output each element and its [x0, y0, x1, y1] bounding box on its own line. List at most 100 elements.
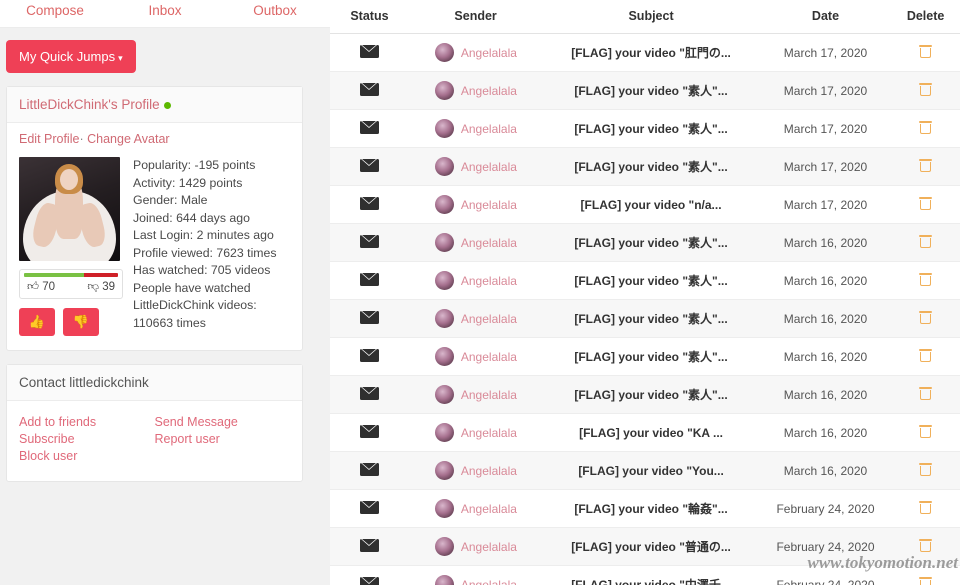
table-row[interactable]: Angelalala [FLAG] your video "KA ... March… [330, 413, 960, 452]
table-row[interactable]: Angelalala [FLAG] your video "素人"... March… [330, 337, 960, 376]
avatar[interactable] [434, 537, 454, 556]
sender-link[interactable]: Angelalala [461, 46, 517, 60]
subject-link[interactable]: [FLAG] your video "素人"... [542, 120, 759, 137]
trash-icon[interactable] [919, 272, 933, 286]
unread-envelope-icon[interactable] [359, 310, 379, 324]
avatar[interactable] [434, 119, 454, 138]
table-row[interactable]: Angelalala [FLAG] your video "素人"... March… [330, 223, 960, 262]
unread-envelope-icon[interactable] [359, 158, 379, 172]
subject-link[interactable]: [FLAG] your video "中澤千... [542, 576, 759, 585]
trash-icon[interactable] [919, 82, 933, 96]
table-row[interactable]: Angelalala [FLAG] your video "中澤千... Febru… [330, 565, 960, 585]
change-avatar-link[interactable]: Change Avatar [87, 132, 169, 146]
sender-link[interactable]: Angelalala [461, 84, 517, 98]
sender-link[interactable]: Angelalala [461, 274, 517, 288]
table-row[interactable]: Angelalala [FLAG] your video "素人"... March… [330, 147, 960, 186]
avatar[interactable] [434, 157, 454, 176]
my-quick-jumps-button[interactable]: My Quick Jumps ▾ [6, 40, 136, 73]
avatar[interactable] [434, 461, 454, 480]
avatar[interactable] [434, 499, 454, 518]
table-row[interactable]: Angelalala [FLAG] your video "肛門の... March… [330, 33, 960, 72]
avatar[interactable] [434, 423, 454, 442]
avatar[interactable] [434, 575, 454, 585]
column-header-delete[interactable]: Delete [891, 0, 960, 34]
contact-link-block-user[interactable]: Block user [19, 448, 155, 465]
like-button[interactable]: 👍 [19, 308, 55, 336]
avatar[interactable] [434, 309, 454, 328]
trash-icon[interactable] [919, 310, 933, 324]
column-header-status[interactable]: Status [330, 0, 409, 34]
table-row[interactable]: Angelalala [FLAG] your video "素人"... March… [330, 261, 960, 300]
tab-outbox[interactable]: Outbox [220, 0, 330, 22]
unread-envelope-icon[interactable] [359, 234, 379, 248]
table-row[interactable]: Angelalala [FLAG] your video "普通の... Febru… [330, 527, 960, 566]
trash-icon[interactable] [919, 44, 933, 58]
sender-link[interactable]: Angelalala [461, 160, 517, 174]
sender-link[interactable]: Angelalala [461, 122, 517, 136]
unread-envelope-icon[interactable] [359, 44, 379, 58]
unread-envelope-icon[interactable] [359, 576, 379, 585]
sender-link[interactable]: Angelalala [461, 350, 517, 364]
trash-icon[interactable] [919, 348, 933, 362]
trash-icon[interactable] [919, 500, 933, 514]
subject-link[interactable]: [FLAG] your video "KA ... [542, 426, 759, 440]
sender-link[interactable]: Angelalala [461, 388, 517, 402]
sender-link[interactable]: Angelalala [461, 502, 517, 516]
unread-envelope-icon[interactable] [359, 462, 379, 476]
unread-envelope-icon[interactable] [359, 196, 379, 210]
table-row[interactable]: Angelalala [FLAG] your video "素人"... March… [330, 299, 960, 338]
subject-link[interactable]: [FLAG] your video "素人"... [542, 158, 759, 175]
tab-inbox[interactable]: Inbox [110, 0, 220, 22]
trash-icon[interactable] [919, 424, 933, 438]
sender-link[interactable]: Angelalala [461, 198, 517, 212]
subject-link[interactable]: [FLAG] your video "輪姦"... [542, 500, 759, 517]
unread-envelope-icon[interactable] [359, 272, 379, 286]
subject-link[interactable]: [FLAG] your video "素人"... [542, 310, 759, 327]
unread-envelope-icon[interactable] [359, 348, 379, 362]
contact-link-report-user[interactable]: Report user [155, 431, 291, 448]
subject-link[interactable]: [FLAG] your video "素人"... [542, 386, 759, 403]
sender-link[interactable]: Angelalala [461, 426, 517, 440]
column-header-subject[interactable]: Subject [542, 0, 760, 34]
sender-link[interactable]: Angelalala [461, 464, 517, 478]
contact-link-send-message[interactable]: Send Message [155, 414, 291, 431]
avatar[interactable] [19, 157, 120, 261]
subject-link[interactable]: [FLAG] your video "普通の... [542, 538, 759, 555]
column-header-date[interactable]: Date [759, 0, 892, 34]
contact-link-add-to-friends[interactable]: Add to friends [19, 414, 155, 431]
trash-icon[interactable] [919, 158, 933, 172]
table-row[interactable]: Angelalala [FLAG] your video "輪姦"... Febru… [330, 489, 960, 528]
contact-link-subscribe[interactable]: Subscribe [19, 431, 155, 448]
trash-icon[interactable] [919, 576, 933, 585]
subject-link[interactable]: [FLAG] your video "肛門の... [542, 44, 759, 61]
unread-envelope-icon[interactable] [359, 120, 379, 134]
trash-icon[interactable] [919, 196, 933, 210]
trash-icon[interactable] [919, 538, 933, 552]
unread-envelope-icon[interactable] [359, 538, 379, 552]
subject-link[interactable]: [FLAG] your video "You... [542, 464, 759, 478]
subject-link[interactable]: [FLAG] your video "素人"... [542, 348, 759, 365]
unread-envelope-icon[interactable] [359, 424, 379, 438]
avatar[interactable] [434, 347, 454, 366]
trash-icon[interactable] [919, 234, 933, 248]
sender-link[interactable]: Angelalala [461, 236, 517, 250]
trash-icon[interactable] [919, 386, 933, 400]
dislike-button[interactable]: 👎 [63, 308, 99, 336]
table-row[interactable]: Angelalala [FLAG] your video "n/a... March… [330, 185, 960, 224]
subject-link[interactable]: [FLAG] your video "素人"... [542, 82, 759, 99]
table-row[interactable]: Angelalala [FLAG] your video "素人"... March… [330, 109, 960, 148]
column-header-sender[interactable]: Sender [408, 0, 543, 34]
edit-profile-link[interactable]: Edit Profile [19, 132, 79, 146]
avatar[interactable] [434, 195, 454, 214]
avatar[interactable] [434, 43, 454, 62]
table-row[interactable]: Angelalala [FLAG] your video "素人"... March… [330, 71, 960, 110]
table-row[interactable]: Angelalala [FLAG] your video "素人"... March… [330, 375, 960, 414]
sender-link[interactable]: Angelalala [461, 540, 517, 554]
trash-icon[interactable] [919, 462, 933, 476]
unread-envelope-icon[interactable] [359, 386, 379, 400]
subject-link[interactable]: [FLAG] your video "n/a... [542, 198, 759, 212]
avatar[interactable] [434, 271, 454, 290]
unread-envelope-icon[interactable] [359, 500, 379, 514]
sender-link[interactable]: Angelalala [461, 312, 517, 326]
trash-icon[interactable] [919, 120, 933, 134]
